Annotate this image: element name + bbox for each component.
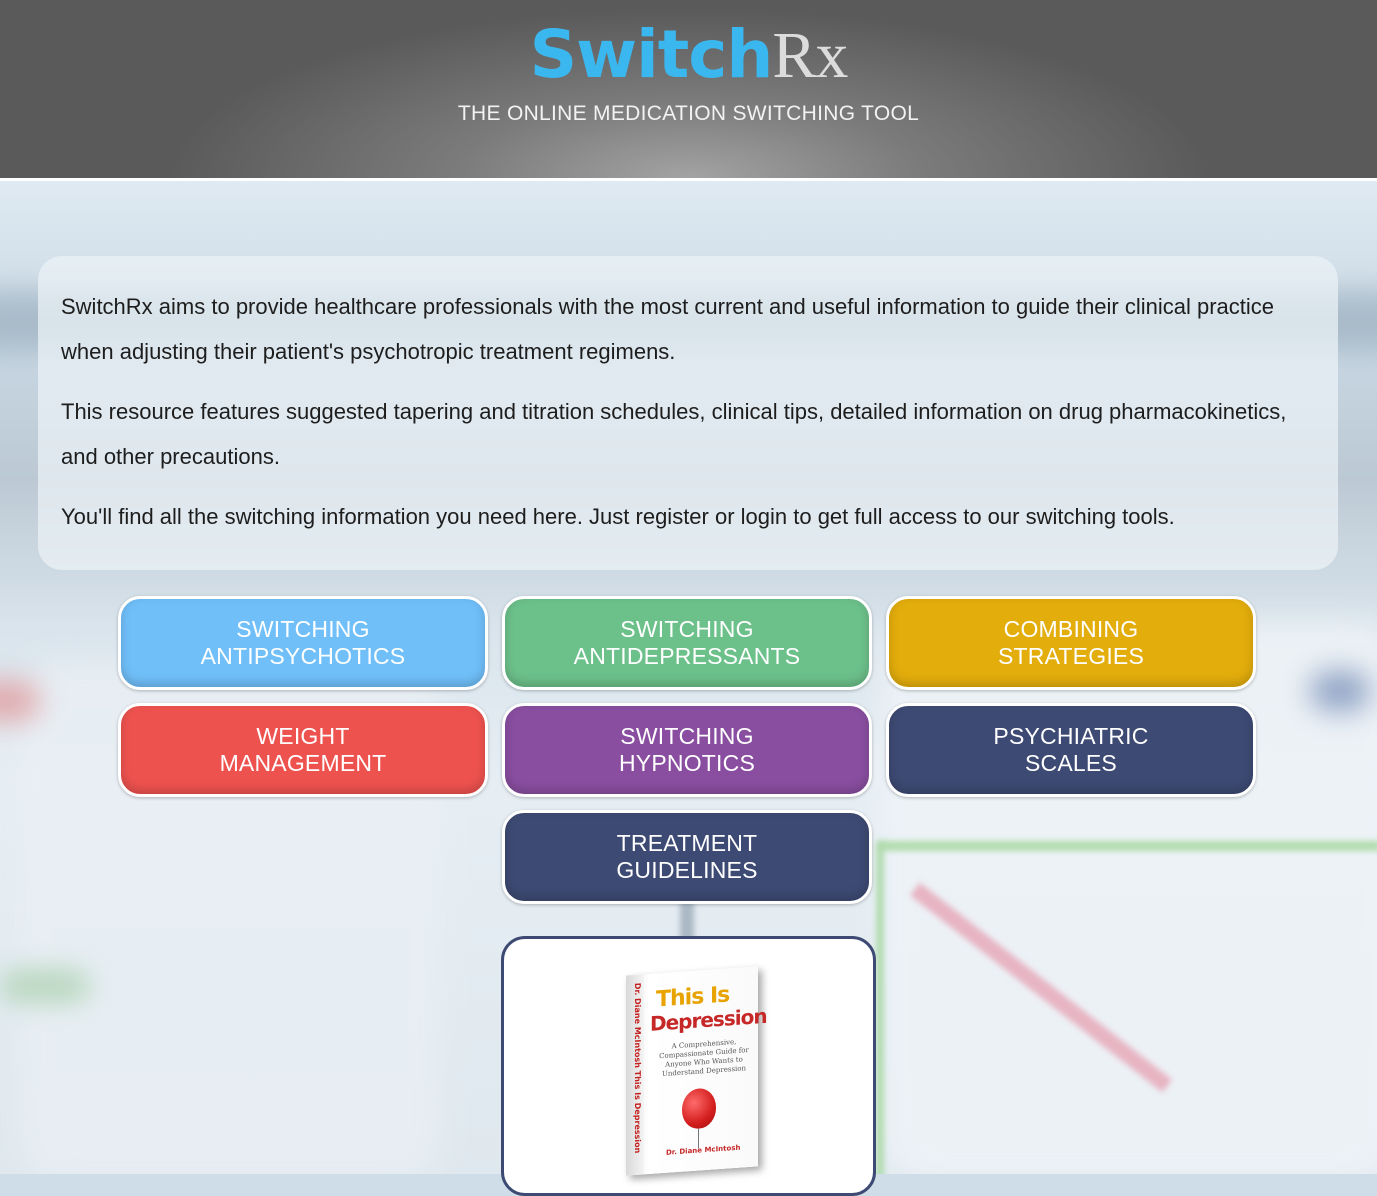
psychiatric-scales-button[interactable]: PSYCHIATRIC SCALES bbox=[886, 703, 1256, 797]
weight-management-button[interactable]: WEIGHT MANAGEMENT bbox=[118, 703, 488, 797]
book-cover-image[interactable]: Dr. Diane McIntosh This Is Depression Th… bbox=[626, 966, 767, 1176]
button-label: SWITCHING ANTIPSYCHOTICS bbox=[200, 616, 406, 669]
site-header: SwitchRx THE ONLINE MEDICATION SWITCHING… bbox=[0, 0, 1377, 181]
combining-strategies-button[interactable]: COMBINING STRATEGIES bbox=[886, 596, 1256, 690]
book-spine-text: Dr. Diane McIntosh This Is Depression bbox=[633, 982, 642, 1154]
switching-hypnotics-button[interactable]: SWITCHING HYPNOTICS bbox=[502, 703, 872, 797]
button-label: SWITCHING ANTIDEPRESSANTS bbox=[573, 616, 801, 669]
book-author: Dr. Diane McIntosh bbox=[666, 1143, 741, 1157]
intro-panel: SwitchRx aims to provide healthcare prof… bbox=[38, 256, 1338, 570]
logo-rx-text: Rx bbox=[772, 19, 848, 92]
treatment-guidelines-button[interactable]: TREATMENT GUIDELINES bbox=[502, 810, 872, 904]
switching-antipsychotics-button[interactable]: SWITCHING ANTIPSYCHOTICS bbox=[118, 596, 488, 690]
book-subtitle: A Comprehensive, Compassionate Guide for… bbox=[659, 1037, 749, 1079]
switchrx-logo[interactable]: SwitchRx bbox=[0, 14, 1377, 96]
button-label: SWITCHING HYPNOTICS bbox=[619, 723, 755, 776]
switching-antidepressants-button[interactable]: SWITCHING ANTIDEPRESSANTS bbox=[502, 596, 872, 690]
book-promo-card[interactable]: Dr. Diane McIntosh This Is Depression Th… bbox=[501, 936, 876, 1196]
balloon-icon bbox=[682, 1087, 716, 1130]
button-label: WEIGHT MANAGEMENT bbox=[219, 723, 387, 776]
site-tagline: THE ONLINE MEDICATION SWITCHING TOOL bbox=[457, 102, 920, 125]
intro-paragraph-3: You'll find all the switching informatio… bbox=[61, 504, 1175, 529]
logo-switch-text: Switch bbox=[529, 16, 774, 93]
button-label: COMBINING STRATEGIES bbox=[998, 616, 1144, 669]
button-label: PSYCHIATRIC SCALES bbox=[993, 723, 1149, 776]
intro-paragraph-1: SwitchRx aims to provide healthcare prof… bbox=[61, 294, 1275, 364]
book-spine: Dr. Diane McIntosh This Is Depression bbox=[626, 974, 644, 1176]
button-label: TREATMENT GUIDELINES bbox=[616, 830, 758, 883]
intro-paragraph-2: This resource features suggested taperin… bbox=[61, 399, 1287, 469]
